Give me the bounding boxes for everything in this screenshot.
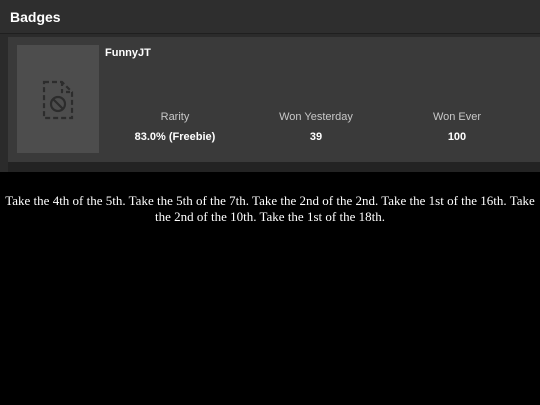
- badges-panel: Badges FunnyJT Rarity 83.0% (Freebie) Wo…: [0, 0, 540, 172]
- badge-card[interactable]: FunnyJT Rarity 83.0% (Freebie) Won Yeste…: [8, 37, 540, 162]
- won-yesterday-value: 39: [309, 131, 323, 143]
- badge-thumbnail[interactable]: [17, 45, 99, 153]
- panel-header: Badges: [0, 0, 540, 34]
- rarity-value: 83.0% (Freebie): [134, 131, 216, 143]
- won-ever-value: 100: [447, 131, 467, 143]
- won-ever-label: Won Ever: [432, 111, 482, 123]
- badge-name[interactable]: FunnyJT: [105, 47, 151, 59]
- rarity-label: Rarity: [160, 111, 190, 123]
- won-yesterday-label: Won Yesterday: [279, 111, 353, 123]
- card-divider: [8, 162, 540, 172]
- page-title: Badges: [10, 9, 61, 25]
- no-image-file-icon: [42, 80, 74, 120]
- caption-text: Take the 4th of the 5th. Take the 5th of…: [5, 193, 535, 224]
